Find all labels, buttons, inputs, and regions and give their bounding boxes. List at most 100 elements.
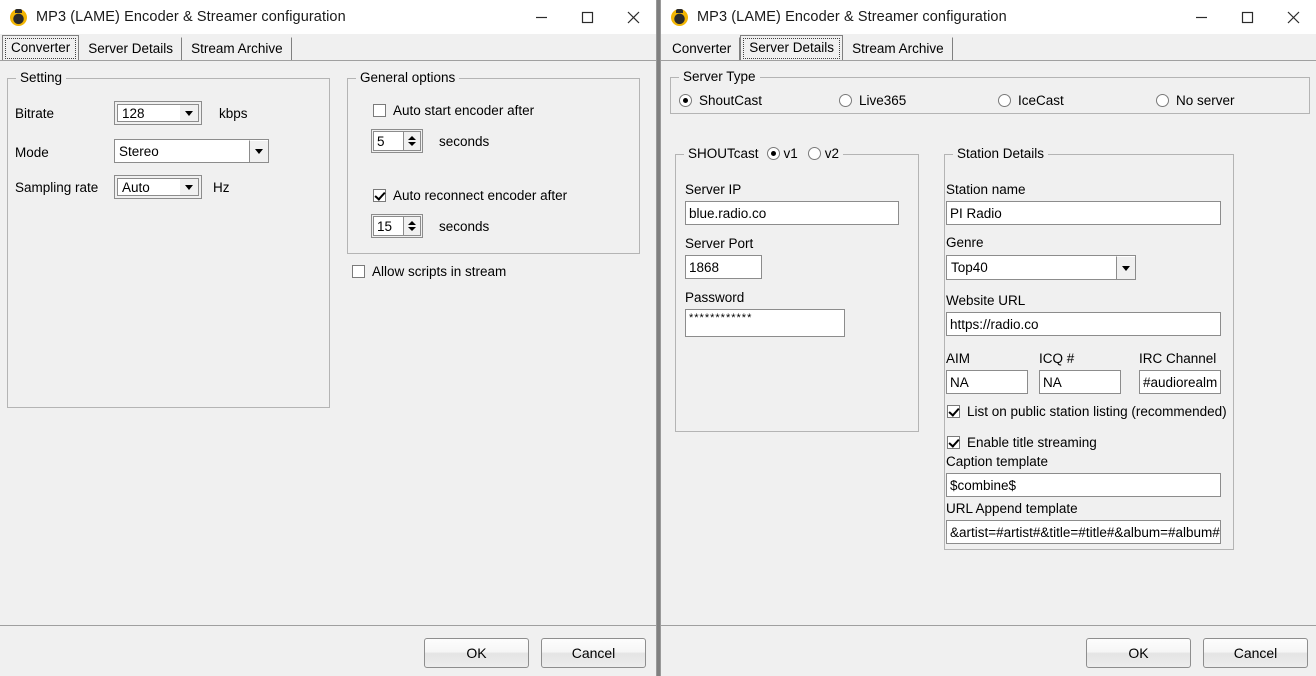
auto-start-encoder-label: Auto start encoder after	[393, 103, 535, 118]
genre-label: Genre	[946, 235, 984, 250]
tab-converter[interactable]: Converter	[2, 35, 80, 60]
auto-reconnect-encoder-checkbox[interactable]	[373, 189, 386, 202]
auto-start-encoder-checkbox[interactable]	[373, 104, 386, 117]
ok-button[interactable]: OK	[424, 638, 529, 668]
close-icon[interactable]	[610, 0, 656, 34]
close-icon[interactable]	[1270, 0, 1316, 34]
server-port-input[interactable]: 1868	[685, 255, 762, 279]
list-public-checkbox[interactable]	[947, 405, 960, 418]
caption-template-input[interactable]: $combine$	[946, 473, 1221, 497]
auto-start-seconds-stepper[interactable]: 5	[371, 129, 423, 153]
radio-icecast-label: IceCast	[1018, 93, 1064, 108]
tab-strip: Converter Server Details Stream Archive	[661, 34, 1316, 60]
website-url-input[interactable]: https://radio.co	[946, 312, 1221, 336]
icq-input[interactable]: NA	[1039, 370, 1121, 394]
tab-stream-archive-label: Stream Archive	[852, 41, 944, 56]
server-ip-value: blue.radio.co	[689, 205, 767, 221]
radio-shoutcast-indicator[interactable]	[679, 94, 692, 107]
auto-reconnect-encoder-label: Auto reconnect encoder after	[393, 188, 568, 203]
mode-combo[interactable]: Stereo	[114, 139, 269, 163]
radio-v1-indicator[interactable]	[766, 147, 780, 160]
list-public-label: List on public station listing (recommen…	[967, 404, 1227, 419]
sampling-rate-combo[interactable]: Auto	[114, 175, 202, 199]
maximize-icon[interactable]	[564, 0, 610, 34]
tab-server-details[interactable]: Server Details	[79, 37, 183, 60]
url-append-template-input[interactable]: &artist=#artist#&title=#title#&album=#al…	[946, 520, 1221, 544]
right-footer: OK Cancel	[661, 625, 1316, 676]
title-bar: MP3 (LAME) Encoder & Streamer configurat…	[661, 0, 1316, 34]
icq-label: ICQ #	[1039, 351, 1075, 366]
list-public-checkbox-row[interactable]: List on public station listing (recommen…	[947, 404, 1227, 419]
minimize-icon[interactable]	[1178, 0, 1224, 34]
server-details-tab-panel: Server Type ShoutCast Live365 IceCast No…	[661, 60, 1316, 625]
station-name-input[interactable]: PI Radio	[946, 201, 1221, 225]
minimize-icon[interactable]	[518, 0, 564, 34]
radio-live365[interactable]: Live365	[839, 93, 906, 108]
station-details-legend: Station Details	[953, 146, 1049, 161]
auto-reconnect-seconds-value: 15	[373, 216, 403, 236]
auto-reconnect-seconds-stepper[interactable]: 15	[371, 214, 423, 238]
password-value: ************	[689, 312, 753, 324]
title-bar: MP3 (LAME) Encoder & Streamer configurat…	[0, 0, 656, 34]
tab-converter-label: Converter	[11, 40, 71, 55]
cancel-button[interactable]: Cancel	[1203, 638, 1308, 668]
tab-stream-archive[interactable]: Stream Archive	[843, 37, 953, 60]
chevron-down-icon[interactable]	[180, 104, 199, 122]
chevron-down-icon[interactable]	[180, 178, 199, 196]
aim-label: AIM	[946, 351, 971, 366]
enable-title-streaming-checkbox-row[interactable]: Enable title streaming	[947, 435, 1097, 450]
left-footer: OK Cancel	[0, 625, 656, 676]
auto-start-seconds-value: 5	[373, 131, 403, 151]
chevron-down-icon[interactable]	[249, 140, 268, 162]
bitrate-combo[interactable]: 128	[114, 101, 202, 125]
window-controls	[1178, 0, 1316, 34]
tab-server-details-label: Server Details	[749, 40, 835, 55]
radio-no-server-indicator[interactable]	[1156, 94, 1169, 107]
tab-converter[interactable]: Converter	[663, 37, 741, 60]
stepper-arrows-icon[interactable]	[403, 216, 421, 236]
auto-start-encoder-checkbox-row[interactable]: Auto start encoder after	[373, 103, 534, 118]
password-input[interactable]: ************	[685, 309, 845, 337]
radio-icecast[interactable]: IceCast	[998, 93, 1064, 108]
mode-value: Stereo	[119, 143, 159, 159]
shoutcast-legend-text: SHOUTcast	[688, 146, 759, 161]
cancel-button[interactable]: Cancel	[541, 638, 646, 668]
station-name-label: Station name	[946, 182, 1026, 197]
aim-input[interactable]: NA	[946, 370, 1028, 394]
aim-value: NA	[950, 374, 969, 390]
radio-shoutcast[interactable]: ShoutCast	[679, 93, 762, 108]
tab-stream-archive[interactable]: Stream Archive	[182, 37, 292, 60]
converter-window: MP3 (LAME) Encoder & Streamer configurat…	[0, 0, 657, 676]
server-ip-input[interactable]: blue.radio.co	[685, 201, 899, 225]
allow-scripts-checkbox[interactable]	[352, 265, 365, 278]
ok-button[interactable]: OK	[1086, 638, 1191, 668]
website-url-value: https://radio.co	[950, 316, 1039, 332]
sampling-rate-unit: Hz	[213, 180, 230, 195]
caption-template-value: $combine$	[950, 477, 1017, 493]
window-title: MP3 (LAME) Encoder & Streamer configurat…	[697, 9, 1007, 25]
app-logo-icon	[10, 8, 27, 26]
tab-server-details[interactable]: Server Details	[740, 35, 844, 60]
auto-reconnect-seconds-unit: seconds	[439, 219, 490, 234]
tab-converter-label: Converter	[672, 41, 732, 56]
url-append-template-label: URL Append template	[946, 501, 1078, 516]
enable-title-streaming-checkbox[interactable]	[947, 436, 960, 449]
server-type-legend: Server Type	[679, 69, 760, 84]
stepper-arrows-icon[interactable]	[403, 131, 421, 151]
allow-scripts-checkbox-row[interactable]: Allow scripts in stream	[352, 264, 506, 279]
server-details-window: MP3 (LAME) Encoder & Streamer configurat…	[660, 0, 1316, 676]
radio-live365-indicator[interactable]	[839, 94, 852, 107]
radio-icecast-indicator[interactable]	[998, 94, 1011, 107]
radio-v2-indicator[interactable]	[807, 147, 821, 160]
irc-channel-input[interactable]: #audiorealm	[1139, 370, 1221, 394]
auto-start-seconds-unit: seconds	[439, 134, 490, 149]
mode-label: Mode	[15, 145, 49, 160]
enable-title-streaming-label: Enable title streaming	[967, 435, 1097, 450]
auto-reconnect-encoder-checkbox-row[interactable]: Auto reconnect encoder after	[373, 188, 567, 203]
genre-combo[interactable]: Top40	[946, 255, 1136, 280]
chevron-down-icon[interactable]	[1116, 256, 1135, 279]
radio-no-server[interactable]: No server	[1156, 93, 1235, 108]
maximize-icon[interactable]	[1224, 0, 1270, 34]
irc-channel-value: #audiorealm	[1143, 374, 1218, 390]
radio-v2-label: v2	[824, 146, 840, 161]
